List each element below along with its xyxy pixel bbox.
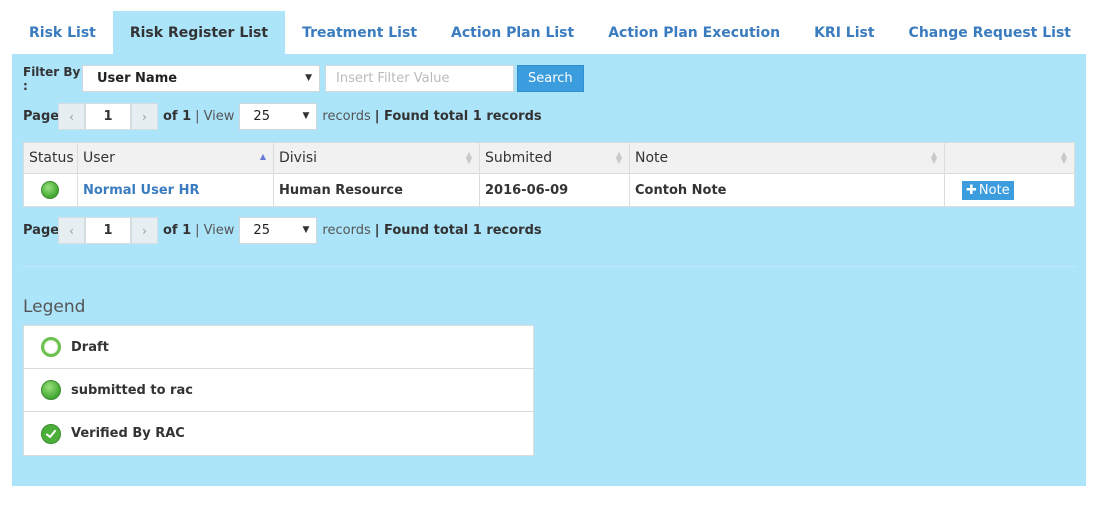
legend-item-draft: Draft (24, 326, 533, 369)
divider (23, 266, 1075, 267)
dropdown-caret-icon: ▼ (305, 73, 312, 83)
divisi-cell: Human Resource (273, 173, 480, 207)
legend-label: Draft (71, 339, 109, 355)
records-label: records (322, 109, 371, 124)
filter-field-select[interactable]: User Name ▼ (82, 65, 320, 92)
column-header-user[interactable]: User ▲ (77, 142, 274, 174)
tab-change-request-list[interactable]: Change Request List (892, 11, 1088, 54)
page-label: Page (23, 223, 60, 238)
view-label: View (203, 223, 235, 238)
tab-risk-register-list[interactable]: Risk Register List (112, 11, 286, 54)
column-header-action[interactable]: ▲ ▼ (944, 142, 1075, 174)
page-number-input[interactable] (85, 103, 131, 130)
legend-label: Verified By RAC (71, 426, 185, 441)
pager-bottom: Page ‹ › of 1 | View 25 ▼ records | Foun… (23, 217, 542, 244)
sort-icon: ▲ ▼ (1060, 150, 1067, 165)
risk-register-table: Status User ▲ Divisi ▲ ▼ Submited ▲ ▼ Note ▲ ▼ … (23, 142, 1075, 207)
separator: | (195, 223, 200, 238)
page-count: of 1 (163, 109, 192, 124)
status-cell (23, 173, 78, 207)
page-number-input[interactable] (85, 217, 131, 244)
dropdown-caret-icon: ▼ (302, 225, 310, 235)
column-header-status[interactable]: Status (23, 142, 78, 174)
filter-value-input[interactable] (325, 65, 514, 92)
page-size-value: 25 (253, 109, 270, 124)
legend-label: submitted to rac (71, 382, 193, 398)
filter-field-value: User Name (97, 71, 178, 86)
page-size-value: 25 (253, 223, 270, 238)
dropdown-caret-icon: ▼ (302, 111, 310, 121)
add-note-label: Note (978, 182, 1010, 198)
pager-top: Page ‹ › of 1 | View 25 ▼ records | Foun… (23, 103, 542, 130)
legend-title: Legend (23, 297, 86, 317)
verified-icon (41, 423, 61, 444)
submited-cell: 2016-06-09 (479, 173, 630, 207)
note-cell: Contoh Note (629, 173, 945, 207)
tab-risk-list[interactable]: Risk List (12, 11, 113, 54)
next-page-button[interactable]: › (131, 217, 158, 244)
prev-page-button[interactable]: ‹ (58, 103, 85, 130)
tab-action-plan-list[interactable]: Action Plan List (434, 11, 591, 54)
filter-bar: Filter By : User Name ▼ Search (23, 64, 584, 93)
submitted-status-icon (41, 181, 59, 199)
sort-icon: ▲ ▼ (615, 150, 622, 165)
separator: | (195, 109, 200, 124)
page-label: Page (23, 109, 60, 124)
column-header-submited[interactable]: Submited ▲ ▼ (479, 142, 630, 174)
table-header-row: Status User ▲ Divisi ▲ ▼ Submited ▲ ▼ Note ▲ ▼ … (23, 142, 1075, 174)
tab-bar: Risk List Risk Register List Treatment L… (12, 11, 1088, 54)
prev-page-button[interactable]: ‹ (58, 217, 85, 244)
page-count: of 1 (163, 223, 192, 238)
column-header-divisi[interactable]: Divisi ▲ ▼ (273, 142, 480, 174)
table-row: Normal User HR Human Resource 2016-06-09… (23, 173, 1075, 207)
action-cell: ✚ Note (944, 173, 1075, 207)
column-header-note[interactable]: Note ▲ ▼ (629, 142, 945, 174)
records-label: records (322, 223, 371, 238)
found-total: | Found total 1 records (374, 223, 542, 238)
sort-asc-icon: ▲ (259, 152, 266, 161)
tab-treatment-list[interactable]: Treatment List (285, 11, 434, 54)
add-note-button[interactable]: ✚ Note (962, 180, 1014, 200)
found-total: | Found total 1 records (374, 109, 542, 124)
legend-item-verified: Verified By RAC (24, 412, 533, 455)
content-panel: Filter By : User Name ▼ Search Page ‹ › … (12, 54, 1086, 486)
next-page-button[interactable]: › (131, 103, 158, 130)
user-link[interactable]: Normal User HR (77, 173, 274, 207)
sort-icon: ▲ ▼ (465, 150, 472, 165)
submitted-icon (41, 380, 61, 400)
filter-by-label: Filter By : (23, 64, 81, 93)
tab-kri-list[interactable]: KRI List (797, 11, 891, 54)
tab-action-plan-execution[interactable]: Action Plan Execution (591, 11, 797, 54)
plus-icon: ✚ (966, 182, 977, 198)
draft-icon (41, 337, 61, 357)
search-button[interactable]: Search (517, 65, 584, 92)
view-label: View (203, 109, 235, 124)
legend-box: Draft submitted to rac Verified By RAC (23, 325, 534, 456)
sort-icon: ▲ ▼ (930, 150, 937, 165)
page-size-select[interactable]: 25 ▼ (239, 217, 318, 244)
page-size-select[interactable]: 25 ▼ (239, 103, 318, 130)
legend-item-submitted: submitted to rac (24, 369, 533, 412)
